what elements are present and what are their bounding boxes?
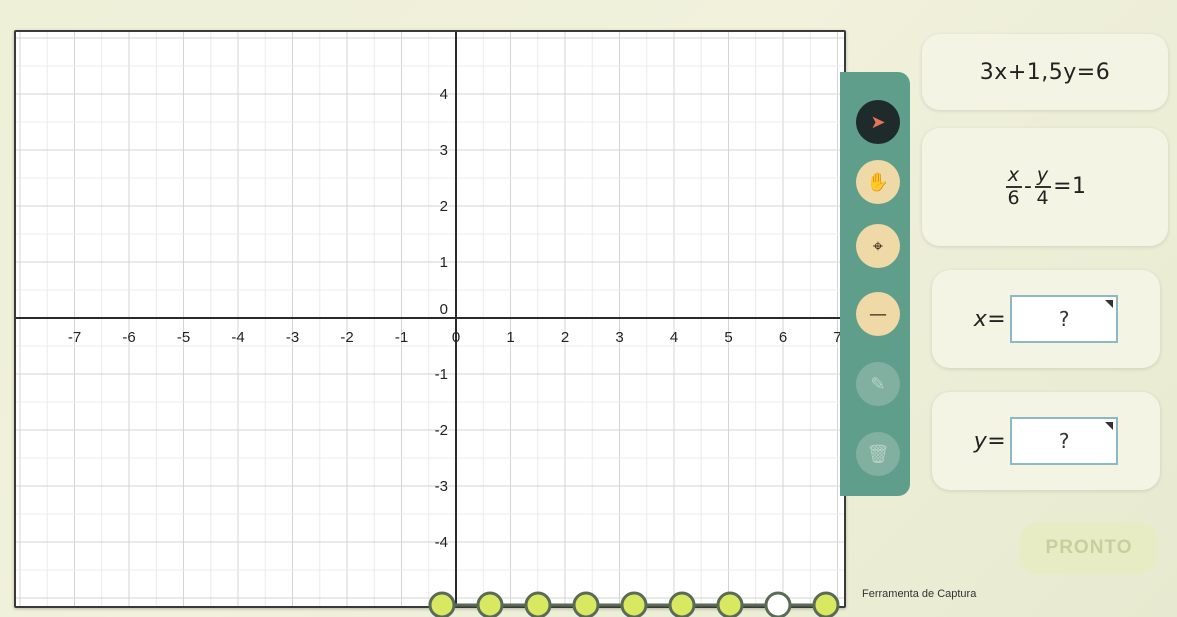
point-tool-button[interactable]: ⌖ [856,224,900,268]
dropdown-corner-icon [1105,422,1114,430]
equation-2: x 6 - y 4 =1 [1005,164,1087,209]
trash-tool-button[interactable]: 🗑 [856,432,900,476]
y-tick-label: 3 [440,142,448,159]
equation-card-1: 3x+1,5y=6 [922,34,1168,110]
fraction-y: y 4 [1034,164,1051,209]
x-tick-label: 4 [670,329,678,346]
cursor-icon: ➤ [870,111,886,133]
eraser-tool-button[interactable]: ✎ [856,362,900,406]
y-tick-label: 1 [440,254,448,271]
x-answer-value: ? [1058,307,1070,331]
progress-step-dot [524,591,552,617]
x-tick-label: 6 [779,329,787,346]
x-tick-label: -2 [340,329,353,346]
equation-card-2: x 6 - y 4 =1 [922,128,1168,246]
y-tick-label: 2 [440,198,448,215]
x-answer-input[interactable]: ? [1010,295,1119,343]
trash-icon: 🗑 [866,443,890,465]
y-answer-input[interactable]: ? [1010,417,1119,465]
answer-card-x: x= ? [932,270,1160,368]
y-tick-label: -4 [435,534,448,551]
y-answer-label: y= [973,428,1007,454]
progress-step-dot [668,591,696,617]
x-tick-label: -3 [286,329,299,346]
x-tick-label: -1 [395,329,408,346]
graph-panel[interactable]: -7 -6 -5 -4 -3 -2 -1 0 1 2 3 4 5 6 7 4 3 2 1 -1 -2 -3 -4 0 [14,30,846,608]
x-tick-label: 3 [615,329,623,346]
crosshair-point-icon: ⌖ [872,235,884,257]
x-answer-label: x= [973,306,1007,332]
eraser-icon: ✎ [870,373,886,395]
x-tick-label: 2 [561,329,569,346]
progress-step-dot [428,591,456,617]
x-tick-label: 0 [452,329,460,346]
progress-step-dot [764,591,792,617]
coordinate-grid[interactable]: -7 -6 -5 -4 -3 -2 -1 0 1 2 3 4 5 6 74321-1-2-3-40 [16,32,844,606]
done-button[interactable]: PRONTO [1020,522,1158,574]
snipping-tool-tooltip: Ferramenta de Captura [862,588,977,600]
y-answer-value: ? [1058,429,1070,453]
answer-card-y: y= ? [932,392,1160,490]
x-tick-label: -4 [231,329,244,346]
equation-1: 3x+1,5y=6 [979,59,1111,85]
pan-tool-button[interactable]: ✋ [856,160,900,204]
line-tool-button[interactable]: — [856,292,900,336]
dropdown-corner-icon [1105,300,1114,308]
progress-step-dot [620,591,648,617]
progress-step-dot [572,591,600,617]
x-tick-label: 5 [724,329,732,346]
progress-step-dot [476,591,504,617]
progress-step-dot [812,591,840,617]
x-tick-label: -6 [122,329,135,346]
hand-icon: ✋ [866,171,890,193]
progress-step-dot [716,591,744,617]
x-tick-label: 1 [506,329,514,346]
pointer-tool-button[interactable]: ➤ [856,100,900,144]
x-tick-label: -5 [177,329,190,346]
y-tick-label: -2 [435,422,448,439]
y-tick-label: 4 [440,86,448,103]
x-tick-label: -7 [68,329,81,346]
y-tick-label: -1 [435,366,448,383]
progress-indicator [428,591,840,617]
y-tick-label: -3 [435,478,448,495]
fraction-x: x 6 [1005,164,1022,209]
y-tick-label: 0 [440,301,448,318]
line-icon: — [869,303,887,325]
toolbar: ➤ ✋ ⌖ — ✎ 🗑 [840,72,910,496]
